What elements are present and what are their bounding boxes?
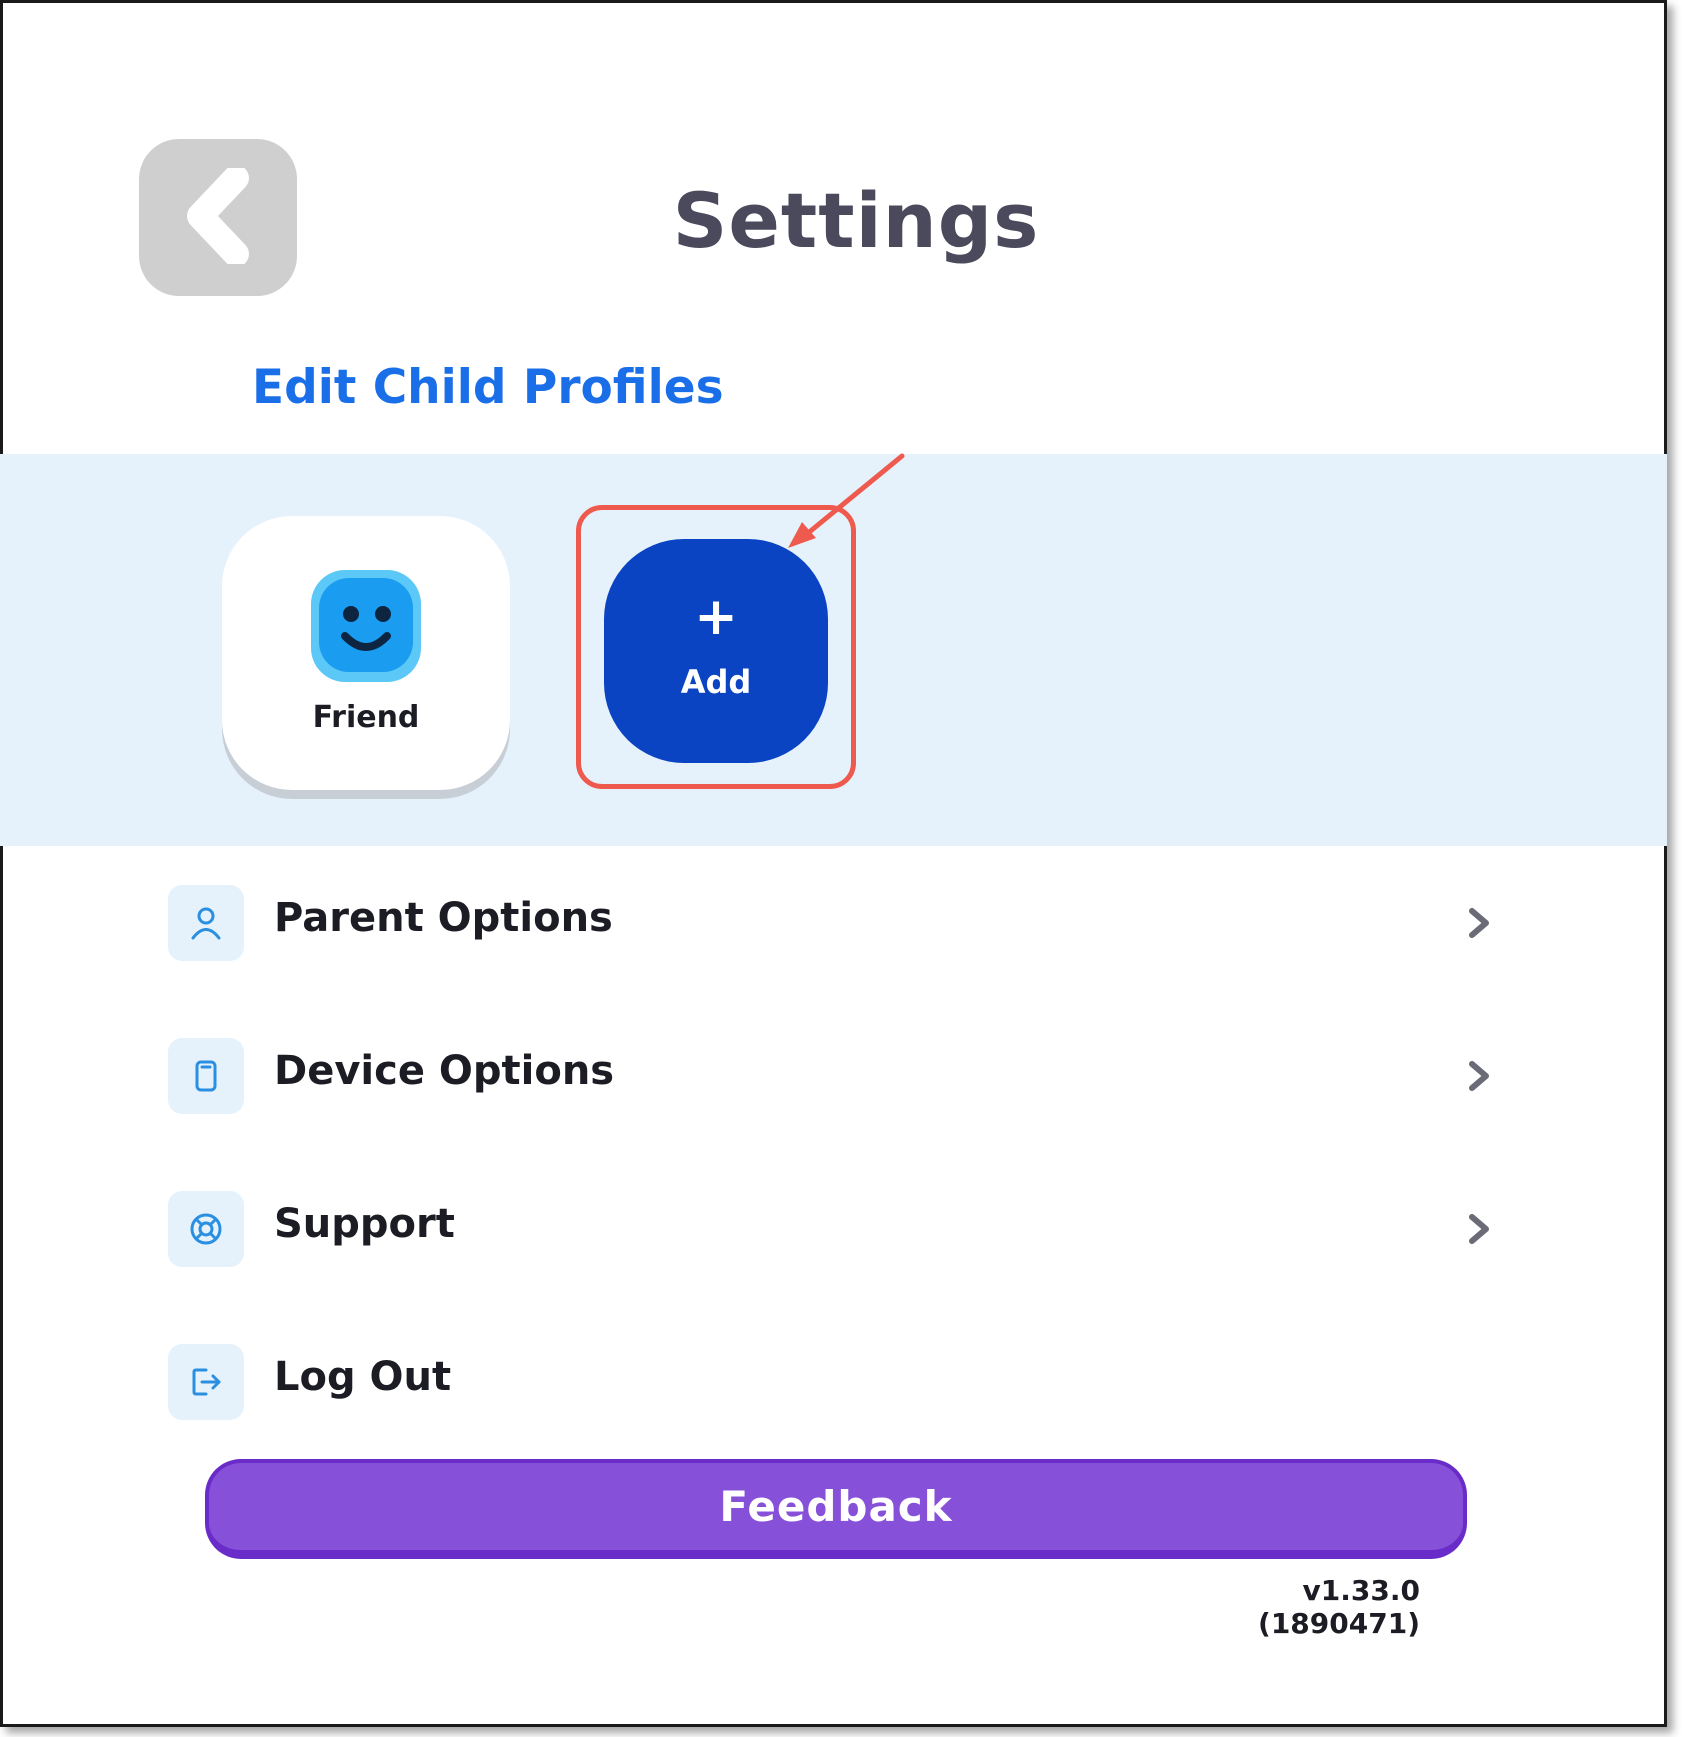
annotation-arrow-icon: [788, 453, 905, 548]
menu-item-label: Device Options: [274, 1048, 615, 1094]
lifebuoy-icon: [168, 1191, 244, 1267]
profile-name: Friend: [312, 700, 420, 735]
add-label: Add: [680, 663, 752, 701]
feedback-label: Feedback: [719, 1482, 953, 1531]
menu-item-device-options[interactable]: Device Options: [168, 1038, 1508, 1114]
edit-child-profiles-title: Edit Child Profiles: [252, 360, 724, 415]
chevron-right-icon: [1469, 908, 1489, 938]
add-profile-button[interactable]: + Add: [604, 539, 828, 763]
person-icon: [168, 885, 244, 961]
menu-item-support[interactable]: Support: [168, 1191, 1508, 1267]
menu-item-log-out[interactable]: Log Out: [168, 1344, 1508, 1420]
feedback-button[interactable]: Feedback: [205, 1459, 1467, 1559]
menu-item-label: Parent Options: [274, 895, 613, 941]
menu-item-parent-options[interactable]: Parent Options: [168, 885, 1508, 961]
smiley-face-icon: [319, 578, 413, 672]
plus-icon: +: [694, 587, 738, 647]
menu-item-label: Log Out: [274, 1354, 452, 1400]
version-label: v1.33.0 (1890471): [1258, 1574, 1420, 1640]
menu-item-label: Support: [274, 1201, 455, 1247]
logout-icon: [168, 1344, 244, 1420]
avatar: [311, 570, 421, 682]
device-icon: [168, 1038, 244, 1114]
profile-card-friend[interactable]: Friend: [222, 516, 510, 790]
chevron-right-icon: [1469, 1214, 1489, 1244]
page-title: Settings: [672, 176, 1040, 265]
chevron-right-icon: [1469, 1061, 1489, 1091]
